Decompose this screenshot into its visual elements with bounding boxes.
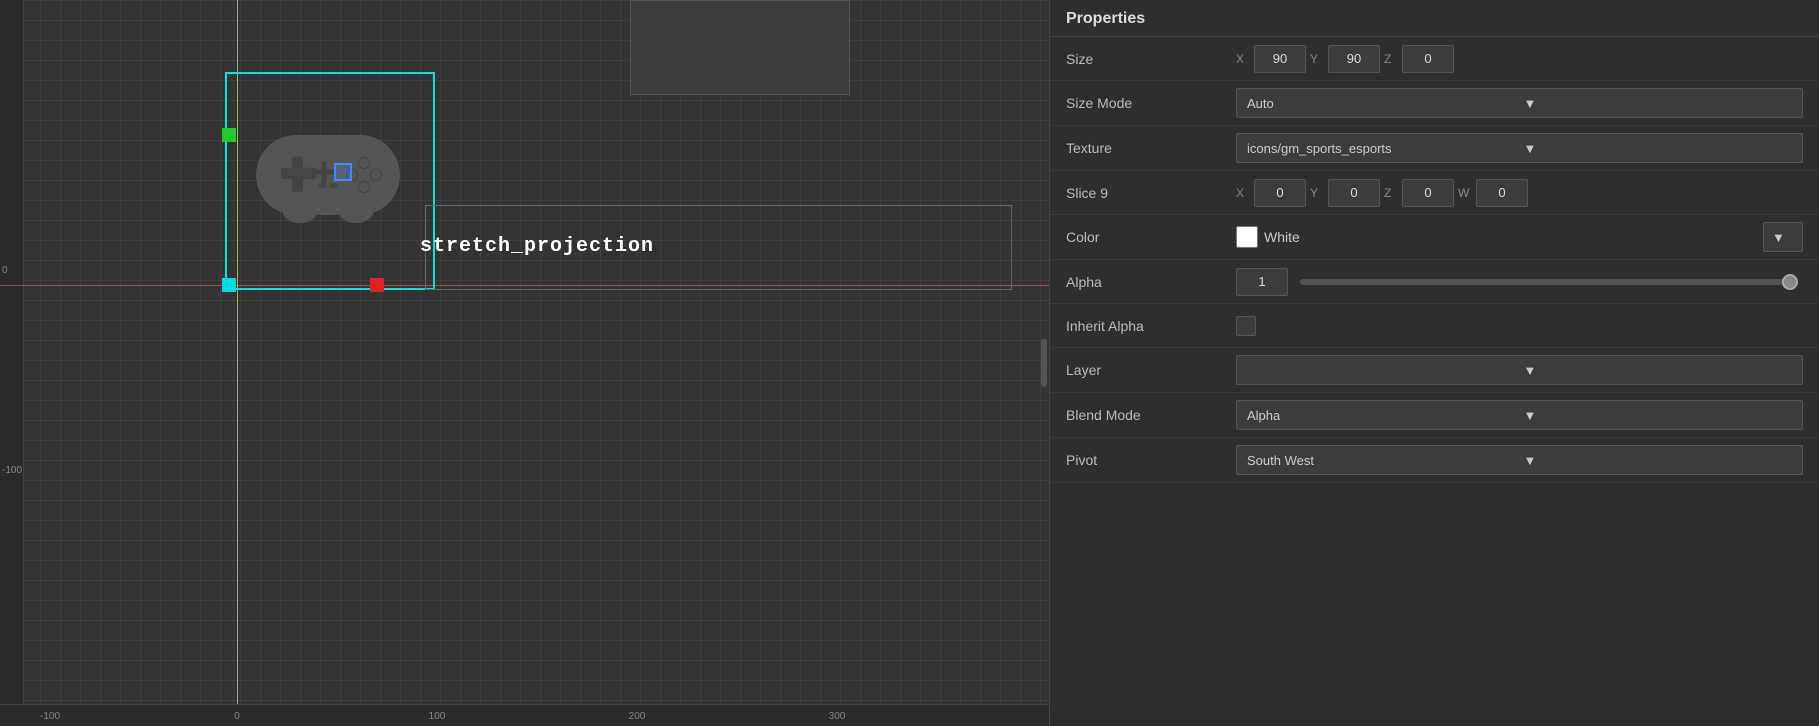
handle-cyan[interactable] [222,278,236,292]
resize-handle[interactable] [1041,339,1047,387]
size-mode-dropdown[interactable]: Auto ▼ [1236,88,1803,118]
pivot-dropdown[interactable]: South West ▼ [1236,445,1803,475]
alpha-slider-track[interactable] [1300,279,1797,285]
prop-value-size-mode: Auto ▼ [1236,88,1803,118]
pivot-arrow: ▼ [1524,453,1793,468]
prop-row-alpha: Alpha [1050,260,1819,304]
size-y-label: Y [1310,52,1324,66]
canvas-area[interactable]: 0 -100 -100 0 100 200 300 [0,0,1049,726]
color-arrow: ▼ [1772,230,1794,245]
panel-title: Properties [1050,0,1819,37]
prop-row-layer: Layer ▼ [1050,348,1819,393]
prop-value-texture: icons/gm_sports_esports ▼ [1236,133,1803,163]
slice9-x-input[interactable] [1254,179,1306,207]
ruler-h-tick-200: 200 [629,711,646,722]
size-mode-arrow: ▼ [1524,96,1793,111]
properties-panel: Properties Size X Y Z Size Mode Auto ▼ T… [1049,0,1819,726]
prop-row-texture: Texture icons/gm_sports_esports ▼ [1050,126,1819,171]
grey-panel-top [630,0,850,95]
ruler-h-tick-neg100: -100 [40,711,60,722]
ruler-horizontal: -100 0 100 200 300 [0,704,1049,726]
handle-red[interactable] [370,278,384,292]
prop-label-size-mode: Size Mode [1066,95,1236,111]
prop-label-layer: Layer [1066,362,1236,378]
prop-row-color: Color White ▼ [1050,215,1819,260]
stretch-projection-label: stretch_projection [420,235,654,258]
prop-value-layer: ▼ [1236,355,1803,385]
prop-value-size: X Y Z [1236,45,1803,73]
prop-value-inherit-alpha [1236,316,1803,336]
color-value-text: White [1264,229,1757,245]
prop-value-color: White ▼ [1236,222,1803,252]
texture-arrow: ▼ [1524,141,1793,156]
handle-green[interactable] [222,128,236,142]
size-y-input[interactable] [1328,45,1380,73]
pivot-value: South West [1247,453,1516,468]
prop-label-pivot: Pivot [1066,452,1236,468]
slice9-w-label: W [1458,186,1472,200]
size-mode-value: Auto [1247,96,1516,111]
controller-icon [248,110,408,240]
ruler-v-tick-0: 0 [2,265,8,276]
selection-small-rect [334,163,352,181]
size-x-input[interactable] [1254,45,1306,73]
alpha-slider-thumb[interactable] [1782,274,1798,290]
slice9-x-label: X [1236,186,1250,200]
texture-value: icons/gm_sports_esports [1247,141,1516,156]
ruler-vertical: 0 -100 [0,0,24,704]
prop-row-size: Size X Y Z [1050,37,1819,81]
prop-value-pivot: South West ▼ [1236,445,1803,475]
slice9-w-input[interactable] [1476,179,1528,207]
ruler-h-tick-300: 300 [829,711,846,722]
size-z-label: Z [1384,52,1398,66]
inherit-alpha-checkbox[interactable] [1236,316,1256,336]
size-x-label: X [1236,52,1250,66]
prop-value-blend-mode: Alpha ▼ [1236,400,1803,430]
slice9-y-input[interactable] [1328,179,1380,207]
prop-label-blend-mode: Blend Mode [1066,407,1236,423]
size-z-input[interactable] [1402,45,1454,73]
layer-dropdown[interactable]: ▼ [1236,355,1803,385]
prop-value-slice9: X Y Z W [1236,179,1803,207]
slice9-z-input[interactable] [1402,179,1454,207]
prop-label-inherit-alpha: Inherit Alpha [1066,318,1236,334]
prop-row-inherit-alpha: Inherit Alpha [1050,304,1819,348]
slice9-y-label: Y [1310,186,1324,200]
blend-mode-dropdown[interactable]: Alpha ▼ [1236,400,1803,430]
color-swatch[interactable] [1236,226,1258,248]
prop-label-texture: Texture [1066,140,1236,156]
blend-mode-value: Alpha [1247,408,1516,423]
prop-row-blend-mode: Blend Mode Alpha ▼ [1050,393,1819,438]
ruler-v-tick-neg100: -100 [2,465,22,476]
prop-label-slice9: Slice 9 [1066,185,1236,201]
prop-row-slice9: Slice 9 X Y Z W [1050,171,1819,215]
prop-label-color: Color [1066,229,1236,245]
prop-label-alpha: Alpha [1066,274,1236,290]
texture-dropdown[interactable]: icons/gm_sports_esports ▼ [1236,133,1803,163]
slice9-z-label: Z [1384,186,1398,200]
prop-row-size-mode: Size Mode Auto ▼ [1050,81,1819,126]
ruler-h-tick-100: 100 [429,711,446,722]
ruler-h-tick-0: 0 [234,711,240,722]
blend-mode-arrow: ▼ [1524,408,1793,423]
alpha-input[interactable] [1236,268,1288,296]
color-dropdown[interactable]: ▼ [1763,222,1803,252]
prop-row-pivot: Pivot South West ▼ [1050,438,1819,483]
prop-value-alpha [1236,268,1803,296]
prop-label-size: Size [1066,51,1236,67]
layer-arrow: ▼ [1524,363,1793,378]
